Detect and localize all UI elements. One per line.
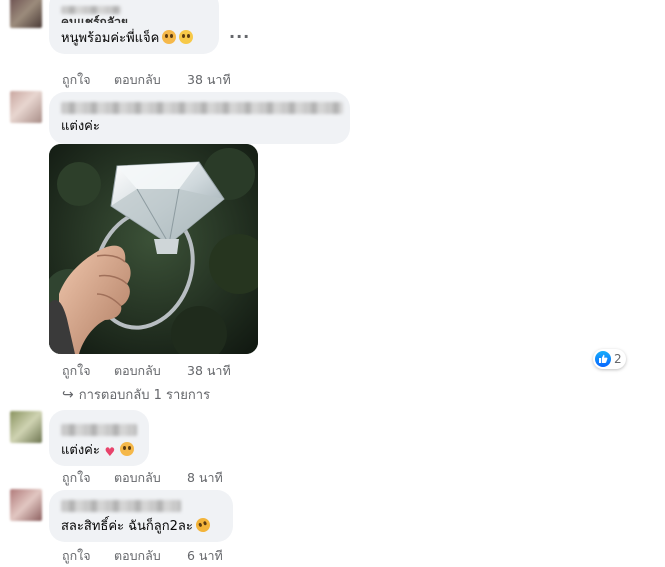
comment-author[interactable]: คนแชร์กลัวย (61, 14, 128, 23)
comment-bubble: สละสิทธิ์ค่ะ ฉันก็ลูก2ละ (49, 490, 233, 542)
timestamp[interactable]: 38 นาที (187, 361, 231, 381)
giant-diamond-ring-photo[interactable] (49, 144, 258, 354)
reply-button[interactable]: ตอบกลับ (114, 546, 161, 566)
more-horizontal-icon[interactable]: ··· (229, 27, 250, 46)
like-button[interactable]: ถูกใจ (62, 70, 91, 90)
comment-bubble: แต่งค่ะ ♥ (49, 410, 149, 466)
like-icon (595, 351, 611, 367)
comment-text: หนูพร้อมค่ะพี่แจ็ค (61, 30, 194, 47)
blurred-author-name[interactable] (61, 102, 343, 114)
comment-text: แต่งค่ะ ♥ (61, 442, 134, 459)
comment-text: แต่งค่ะ (61, 119, 100, 134)
rolling-laughing-emoji (193, 516, 212, 534)
reply-button[interactable]: ตอบกลับ (114, 468, 161, 488)
like-button[interactable]: ถูกใจ (62, 468, 91, 488)
blurred-author-name[interactable] (61, 6, 121, 14)
avatar[interactable] (10, 91, 42, 123)
view-replies-link[interactable]: ↪ การตอบกลับ 1 รายการ (62, 384, 210, 405)
reaction-count: 2 (614, 352, 622, 366)
reply-button[interactable]: ตอบกลับ (114, 361, 161, 381)
blurred-author-name[interactable] (61, 424, 137, 436)
pleading-face-emoji (162, 30, 177, 44)
pleading-face-emoji (119, 442, 134, 456)
comment-text: สละสิทธิ์ค่ะ ฉันก็ลูก2ละ (61, 516, 212, 535)
pink-heart-emoji: ♥ (104, 445, 116, 459)
reply-arrow-icon: ↪ (62, 387, 74, 403)
timestamp[interactable]: 38 นาที (187, 70, 231, 90)
relieved-face-emoji (179, 30, 194, 44)
like-button[interactable]: ถูกใจ (62, 546, 91, 566)
like-button[interactable]: ถูกใจ (62, 361, 91, 381)
reply-button[interactable]: ตอบกลับ (114, 70, 161, 90)
avatar[interactable] (10, 0, 42, 28)
comment-bubble: แต่งค่ะ (49, 92, 350, 144)
comment-bubble: คนแชร์กลัวย หนูพร้อมค่ะพี่แจ็ค (49, 0, 219, 54)
reaction-count-badge[interactable]: 2 (593, 349, 626, 369)
avatar[interactable] (10, 489, 42, 521)
diamond-ring-image (49, 144, 258, 354)
blurred-author-name[interactable] (61, 500, 181, 512)
avatar[interactable] (10, 411, 42, 443)
replies-label: การตอบกลับ 1 รายการ (78, 388, 211, 403)
timestamp[interactable]: 6 นาที (187, 546, 223, 566)
timestamp[interactable]: 8 นาที (187, 468, 223, 488)
